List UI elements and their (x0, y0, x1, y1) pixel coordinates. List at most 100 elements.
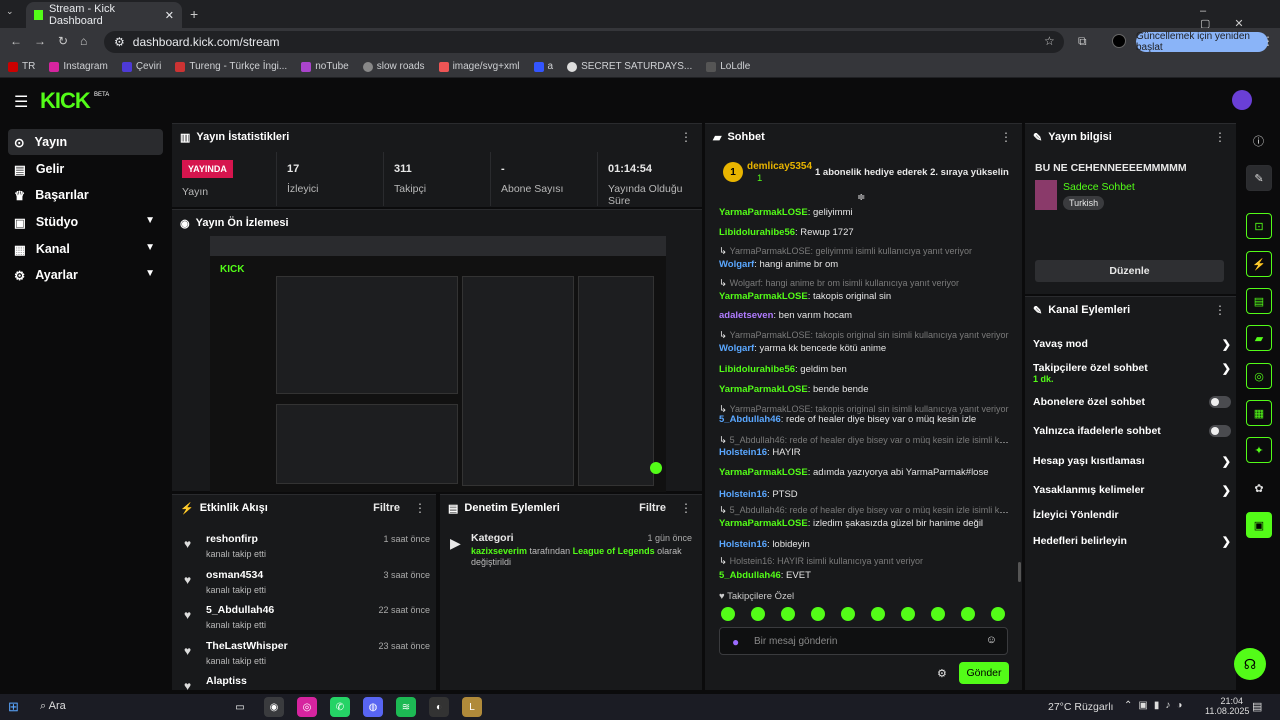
emote-icon[interactable] (811, 607, 825, 621)
taskbar-clock[interactable]: 21:04 11.08.2025 (1205, 696, 1249, 716)
weather-widget[interactable]: 27°C Rüzgarlı (1048, 701, 1113, 713)
new-tab-icon[interactable]: + (190, 6, 198, 22)
clapper-rail-icon[interactable]: ▣ (1246, 512, 1272, 538)
emote-icon[interactable] (751, 607, 765, 621)
emote-icon[interactable] (991, 607, 1005, 621)
kebab-menu-icon[interactable]: ⋮ (414, 501, 426, 515)
chat-username[interactable]: 5_Abdullah46 (719, 570, 781, 581)
emote-icon[interactable] (931, 607, 945, 621)
microphone-icon[interactable]: ● (732, 635, 739, 649)
tray-icons[interactable]: ⌃▣▮♪◑ (1124, 700, 1188, 711)
extensions-icon[interactable]: ⧉ (1078, 34, 1087, 49)
chat-username[interactable]: YarmaParmakLOSE (719, 467, 808, 478)
chat-username[interactable]: Holstein16 (719, 489, 767, 500)
target-rail-icon[interactable]: ⊡ (1246, 213, 1272, 239)
user-avatar[interactable] (1232, 90, 1252, 110)
kebab-menu-icon[interactable]: ⋮ (680, 130, 692, 144)
moderation-filter-button[interactable]: Filtre (639, 502, 666, 514)
notification-icon[interactable]: ▤ (1252, 700, 1262, 713)
chat-username[interactable]: Holstein16 (719, 539, 767, 550)
profile-avatar[interactable] (1112, 34, 1126, 48)
browser-tab[interactable]: Stream - Kick Dashboard ✕ (26, 2, 182, 28)
instagram-taskbar-icon[interactable]: ◎ (297, 697, 317, 717)
bookmark-item[interactable]: SECRET SATURDAYS... (567, 61, 692, 72)
nav-item-ayarlar[interactable]: ⚙ Ayarlar ▼ (8, 262, 163, 288)
broadcast-rail-icon[interactable]: ◎ (1246, 363, 1272, 389)
edit-button[interactable]: Düzenle (1035, 260, 1224, 282)
support-headset-icon[interactable]: ☊ (1234, 648, 1266, 680)
stream-preview-video[interactable]: KICK (210, 236, 666, 492)
kick-logo[interactable]: KICK (40, 88, 91, 114)
subscribers-chat-item[interactable]: Abonelere özel sohbet (1033, 396, 1231, 408)
nav-item-gelir[interactable]: ▤ Gelir (8, 156, 163, 182)
bookmark-item[interactable]: TR (8, 61, 35, 72)
nav-item-basarilar[interactable]: ♛ Başarılar (8, 182, 163, 208)
chat-username[interactable]: YarmaParmakLOSE (719, 207, 808, 218)
whatsapp-taskbar-icon[interactable]: ✆ (330, 697, 350, 717)
chat-username[interactable]: YarmaParmakLOSE (719, 518, 808, 529)
chat-username[interactable]: 5_Abdullah46 (719, 414, 781, 425)
taskbar-search[interactable]: ⌕ Ara (40, 700, 66, 713)
emoji-icon[interactable]: ☺ (986, 634, 997, 646)
bookmark-item[interactable]: Instagram (49, 61, 108, 72)
wrench-rail-icon[interactable]: ✦ (1246, 437, 1272, 463)
kebab-menu-icon[interactable]: ⋮ (1214, 303, 1226, 317)
emote-icon[interactable] (841, 607, 855, 621)
edit-rail-icon[interactable]: ✎ (1246, 165, 1272, 191)
kebab-menu-icon[interactable]: ⋮ (1214, 130, 1226, 144)
chat-username[interactable]: adaletseven (719, 310, 773, 321)
spotify-taskbar-icon[interactable]: ≋ (396, 697, 416, 717)
bolt-rail-icon[interactable]: ⚡ (1246, 251, 1272, 277)
bookmark-item[interactable]: noTube (301, 61, 349, 72)
task-view-icon[interactable]: ▭ (230, 697, 250, 717)
league-taskbar-icon[interactable]: L (462, 697, 482, 717)
bookmark-item[interactable]: Çeviri (121, 61, 161, 72)
discord-taskbar-icon[interactable]: ◍ (363, 697, 383, 717)
chat-username[interactable]: YarmaParmakLOSE (719, 291, 808, 302)
emote-icon[interactable] (781, 607, 795, 621)
chat-username[interactable]: Holstein16 (719, 447, 767, 458)
bookmark-item[interactable]: a (533, 61, 553, 72)
chat-input[interactable]: ● Bir mesaj gönderin ☺ (719, 627, 1008, 655)
chat-settings-icon[interactable]: ⚙ (937, 667, 947, 680)
nav-item-kanal[interactable]: ▦ Kanal ▼ (8, 236, 163, 262)
site-info-icon[interactable]: ⚙ (114, 35, 125, 49)
chat-username[interactable]: YarmaParmakLOSE (719, 384, 808, 395)
chat-username[interactable]: Libidolurahibe56 (719, 364, 795, 375)
bookmark-item[interactable]: slow roads (362, 61, 425, 72)
chat-scrollbar[interactable] (1018, 562, 1021, 582)
window-controls[interactable]: –▢✕ (1200, 5, 1280, 30)
omnibox[interactable]: ⚙ dashboard.kick.com/stream (104, 31, 1064, 53)
nav-item-yayin[interactable]: ⊙ Yayın (8, 129, 163, 155)
chat-username[interactable]: Wolgarf (719, 343, 754, 354)
emote-only-item[interactable]: Yalnızca ifadelerle sohbet (1033, 425, 1231, 437)
send-button[interactable]: Gönder (959, 662, 1009, 684)
chrome-taskbar-icon[interactable]: ◉ (264, 697, 284, 717)
nav-item-studyo[interactable]: ▣ Stüdyo ▼ (8, 209, 163, 235)
info-icon[interactable]: ⓘ (1253, 133, 1264, 149)
kebab-menu-icon[interactable]: ⋮ (680, 501, 692, 515)
host-item[interactable]: İzleyici Yönlendir (1033, 509, 1231, 521)
kebab-menu-icon[interactable]: ⋮ (1000, 130, 1012, 144)
nav-buttons[interactable]: ←→↻⌂ (10, 34, 99, 48)
tab-list-icon[interactable]: ⌄ (6, 6, 20, 20)
close-tab-icon[interactable]: ✕ (165, 9, 174, 22)
bookmark-star-icon[interactable]: ☆ (1044, 34, 1055, 48)
hamburger-menu-icon[interactable]: ☰ (14, 92, 28, 112)
bookmark-item[interactable]: Tureng - Türkçe İngi... (175, 61, 287, 72)
goals-item[interactable]: Hedefleri belirleyin ❯ (1033, 535, 1231, 548)
browser-menu-icon[interactable]: ⋮ (1262, 34, 1274, 48)
activity-filter-button[interactable]: Filtre (373, 502, 400, 514)
windows-start-icon[interactable]: ⊞ (8, 699, 19, 715)
subscribers-chat-toggle[interactable] (1209, 396, 1231, 408)
emote-icon[interactable] (901, 607, 915, 621)
update-restart-button[interactable]: Güncellemek için yeniden başlat (1136, 31, 1268, 53)
emote-icon[interactable] (721, 607, 735, 621)
emote-icon[interactable] (961, 607, 975, 621)
collapse-pinned-icon[interactable]: ≑ (857, 192, 865, 203)
chat-username[interactable]: Libidolurahibe56 (719, 227, 795, 238)
chat-rail-icon[interactable]: ▰ (1246, 325, 1272, 351)
apps-rail-icon[interactable]: ✿ (1246, 475, 1272, 501)
document-rail-icon[interactable]: ▤ (1246, 288, 1272, 314)
banned-words-item[interactable]: Yasaklanmış kelimeler ❯ (1033, 484, 1231, 497)
